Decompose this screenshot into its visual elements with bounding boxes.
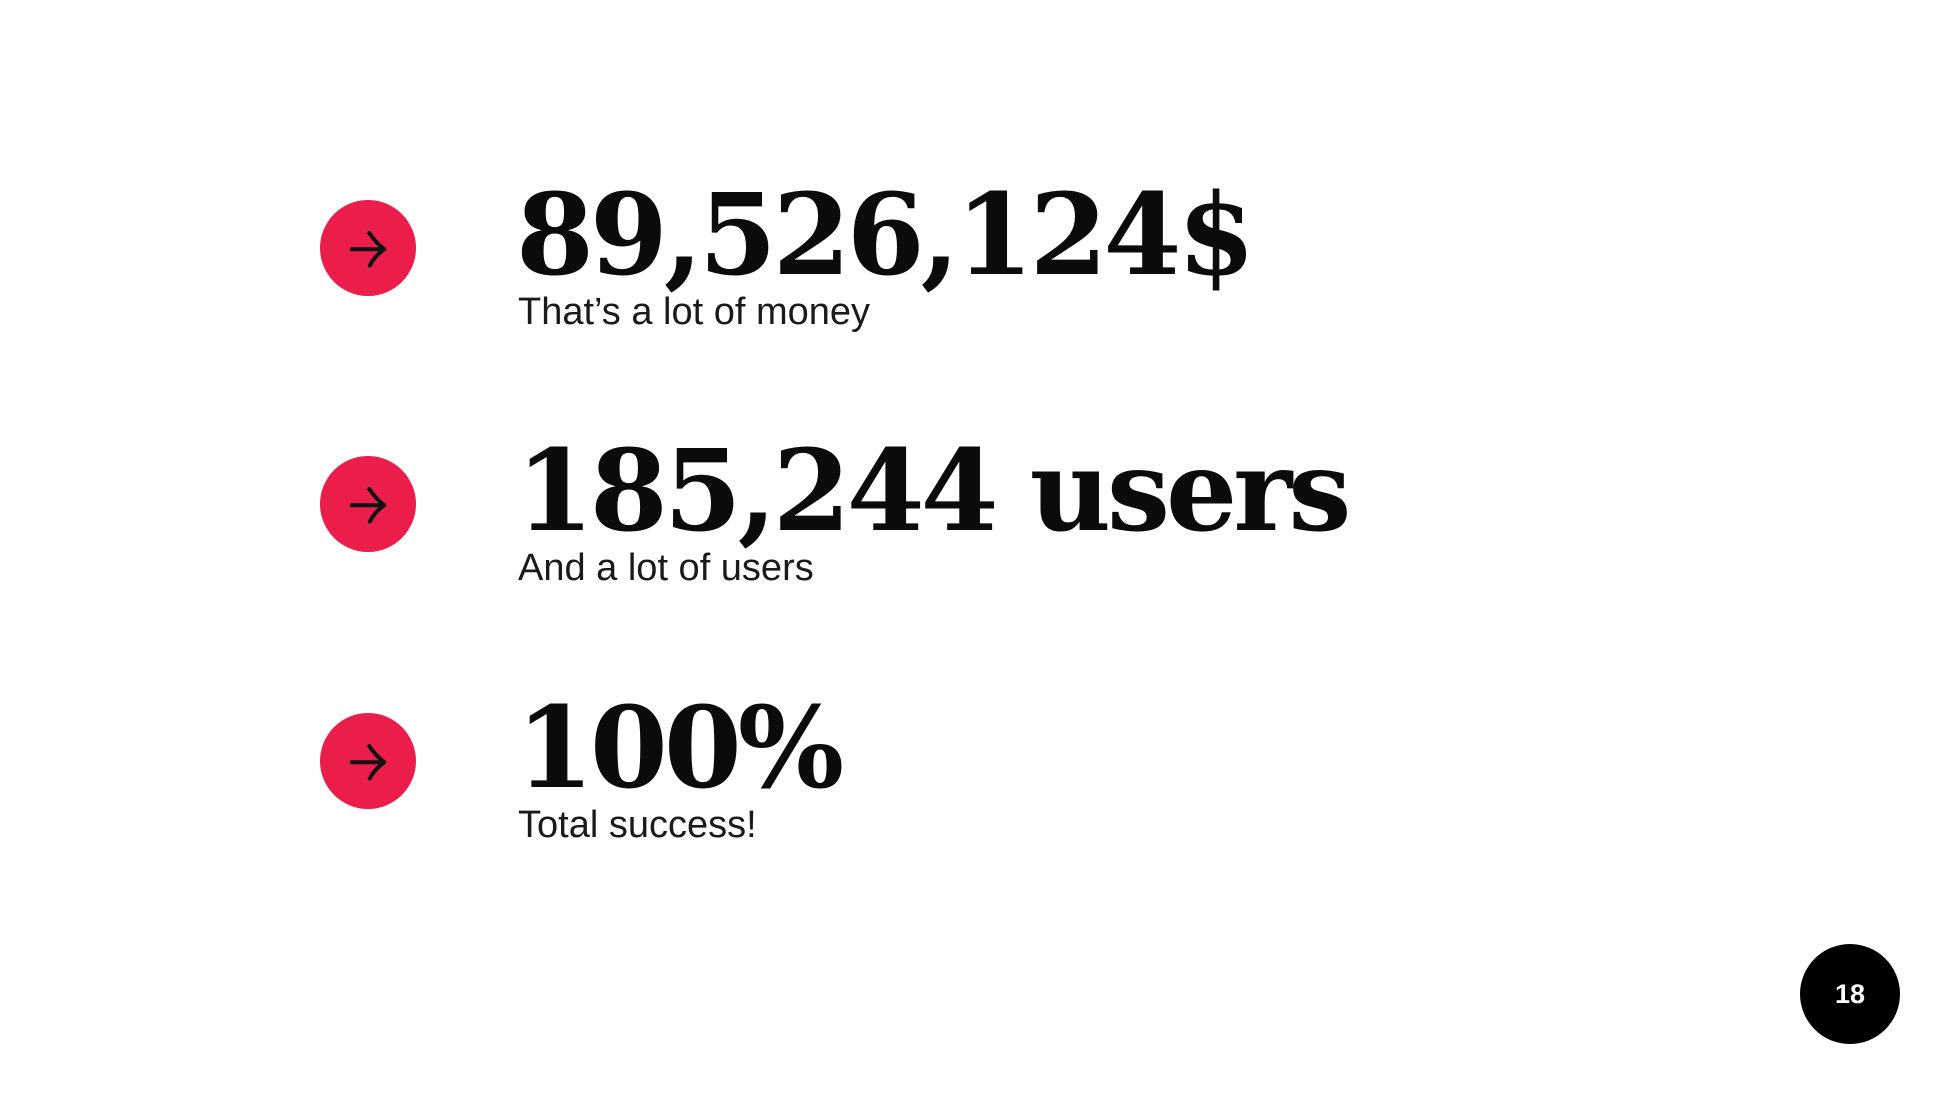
stat-value: 89,526,124$ [516,170,1255,301]
stat-item-success: 100% Total success! [320,689,1520,869]
stat-value: 100% [516,683,844,814]
slide: 89,526,124$ That’s a lot of money 185,24… [0,0,1960,1104]
stat-caption: And a lot of users [518,547,814,589]
page-number-badge: 18 [1800,944,1900,1044]
stat-item-users: 185,244 users And a lot of users [320,432,1520,612]
arrow-right-icon [320,713,416,809]
arrow-right-icon [320,200,416,296]
stat-item-money: 89,526,124$ That’s a lot of money [320,176,1520,356]
stat-caption: Total success! [518,804,757,846]
stat-caption: That’s a lot of money [518,291,871,333]
stat-value: 185,244 users [516,426,1351,557]
arrow-right-icon [320,456,416,552]
